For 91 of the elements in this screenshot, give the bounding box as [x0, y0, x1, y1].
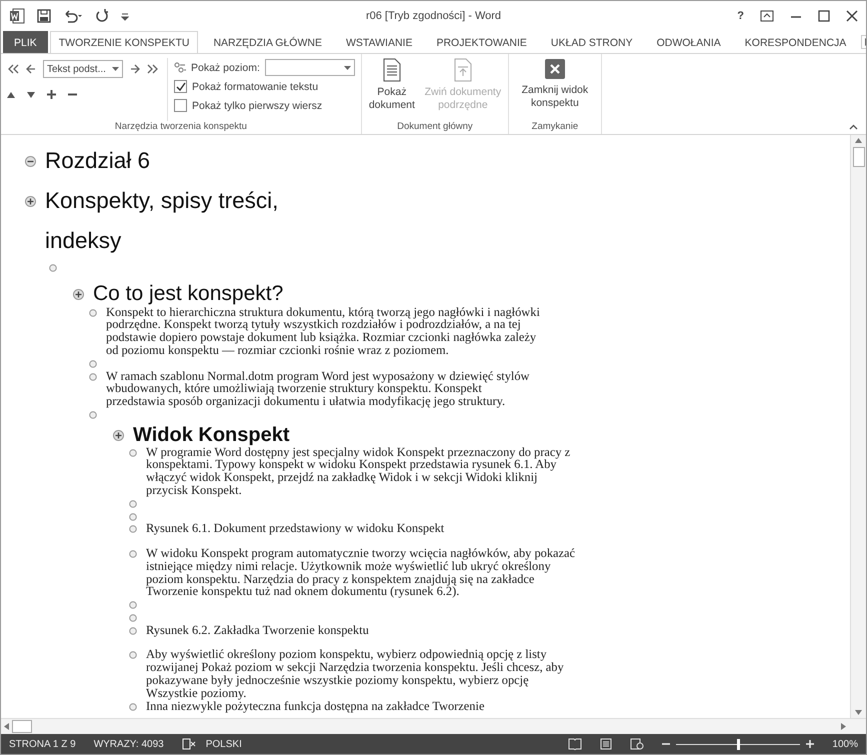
scroll-up-icon[interactable] — [855, 138, 862, 143]
checkbox[interactable] — [174, 99, 187, 112]
horizontal-scrollbar[interactable] — [1, 718, 866, 734]
redo-icon[interactable] — [95, 9, 109, 23]
heading-1: Konspekty, spisy treści, indeksy — [45, 187, 280, 255]
body-text-bullet-icon[interactable] — [89, 308, 97, 317]
ribbon-tab[interactable]: WSTAWIANIE — [336, 31, 422, 53]
ribbon-tab[interactable]: UKŁAD STRONY — [542, 31, 642, 53]
proofing-icon[interactable] — [182, 738, 196, 750]
scroll-left-icon[interactable] — [4, 723, 9, 730]
outline-level-dropdown[interactable]: Tekst podst... — [43, 60, 123, 78]
read-mode-icon[interactable] — [568, 738, 582, 750]
body-text-bullet-icon[interactable] — [129, 651, 137, 660]
caret-icon[interactable] — [112, 67, 119, 71]
show-level-label: Pokaż poziom: — [191, 62, 260, 74]
body-text-bullet-icon[interactable] — [89, 372, 97, 381]
expand-heading-icon[interactable] — [113, 430, 124, 441]
scroll-down-icon[interactable] — [855, 710, 862, 715]
expand-icon[interactable] — [47, 90, 56, 99]
body-text-bullet-icon[interactable] — [129, 500, 137, 508]
expand-heading-icon[interactable] — [73, 288, 84, 300]
scroll-thumb[interactable] — [852, 147, 864, 167]
page-count: STRONA 1 Z 9 — [9, 738, 76, 750]
body-paragraph: W widoku Konspekt program automatycznie tworzy wcięcia nagłówków, aby pokazać istniejące między nimi relacje. Użytkownik może wyświetlić lub ukryć określony poziom konspektu. Narzędzia do pracy z konspektem znajdują się na zakładce Tworzenie konspektu tuż nad oknem dokumentu (rysunek 6.2). — [146, 547, 576, 598]
body-text-bullet-icon[interactable] — [129, 550, 137, 558]
checkbox-label: Pokaż formatowanie tekstu — [192, 80, 318, 92]
vertical-scrollbar[interactable] — [850, 135, 866, 718]
ribbon-tab[interactable]: NARZĘDZIA GŁÓWNE — [204, 31, 331, 53]
figure-caption: Rysunek 6.1. Dokument przedstawiony w widoku Konspekt — [146, 522, 446, 535]
levels-icon — [174, 62, 186, 74]
move-up-icon[interactable] — [7, 92, 15, 98]
customize-icon[interactable] — [121, 11, 129, 21]
promote-icon[interactable] — [26, 64, 36, 74]
body-paragraph: Aby wyświetlić określony poziom konspektu, wybierz odpowiednią opcję z listy rozwijanej Pokaż poziom w sekcji Narzędzia tworzenia konspektu. Jeśli chcesz, aby pokazywane były jednocześnie wszystkie poziomy konspektu, wybierz opcję Wszystkie poziomy. — [146, 648, 565, 700]
scroll-thumb[interactable] — [12, 720, 32, 733]
body-text-bullet-icon[interactable] — [129, 626, 137, 635]
heading-without-subtext-icon[interactable] — [25, 156, 36, 167]
body-text-bullet-icon[interactable] — [129, 525, 137, 534]
promote-to-heading-icon[interactable] — [7, 64, 19, 74]
close-outline-view-button[interactable]: Zamknij widok konspektu — [514, 58, 595, 121]
checkbox-label: Pokaż tylko pierwszy wiersz — [192, 100, 322, 112]
collapse-ribbon-icon[interactable] — [849, 124, 858, 130]
move-down-icon[interactable] — [27, 92, 35, 98]
zoom-level[interactable]: 100% — [832, 738, 858, 750]
document-arrow-icon — [454, 58, 472, 82]
document-icon — [382, 58, 401, 82]
body-text-bullet-icon[interactable] — [89, 410, 97, 419]
zoom-in-icon[interactable] — [806, 740, 814, 748]
ribbon-tab[interactable]: KORESPONDENCJA — [736, 31, 856, 53]
scroll-right-icon[interactable] — [841, 723, 846, 730]
heading-1: Rozdział 6 — [45, 147, 152, 175]
window-title: r06 [Tryb zgodności] - Word — [364, 10, 502, 22]
save-icon[interactable] — [37, 9, 51, 23]
body-text-bullet-icon[interactable] — [129, 702, 137, 711]
word-app-icon[interactable] — [9, 8, 25, 24]
web-layout-icon[interactable] — [630, 738, 644, 750]
group-label: Narzędzia tworzenia konspektu — [114, 121, 248, 134]
heading-3: Widok Konspekt — [133, 424, 290, 446]
body-paragraph: Inna niezwykle pożyteczna funkcja dostępna na zakładce Tworzenie — [146, 700, 486, 712]
body-paragraph: W programie Word dostępny jest specjalny widok Konspekt przeznaczony do pracy z konspektami. Typowy konspekt w widoku Konspekt przedstawia rysunek 6.1. Aby włączyć widok Konspekt, przejdź na zakładkę Widok i w sekcji Widoki kliknij przycisk Konspekt. — [146, 446, 572, 497]
demote-icon[interactable] — [130, 64, 140, 74]
file-tab[interactable]: PLIK — [3, 31, 48, 53]
body-text-bullet-icon[interactable] — [49, 264, 57, 272]
group-label: Dokument główny — [396, 121, 474, 134]
demote-to-body-icon[interactable] — [147, 64, 159, 74]
body-text-bullet-icon[interactable] — [129, 512, 137, 521]
ribbon-tab[interactable]: ODWOŁANIA — [648, 31, 730, 53]
body-paragraph: Konspekt to hierarchiczna struktura dokumentu, którą tworzą jego nagłówki i nagłówki podrzędne. Konspekt tworzą tytuły wszystkich rozdziałów i podrozdziałów, a na tej podstawie dopiero powstaje dokument lub książka. Rozmiar czcionki nagłówka zależy od poziomu konspektu — rozmiar czcionki rośnie wraz z poziomem. — [106, 306, 541, 357]
ribbon-display-icon[interactable] — [760, 10, 774, 22]
ribbon-tab[interactable]: TWORZENIE KONSPEKTU — [50, 31, 198, 53]
checkbox[interactable] — [174, 80, 187, 93]
word-count: WYRAZY: 4093 — [94, 738, 164, 750]
heading-2: Co to jest konspekt? — [93, 282, 284, 306]
caret-icon[interactable] — [344, 66, 351, 70]
figure-caption: Rysunek 6.2. Zakładka Tworzenie konspektu — [146, 624, 370, 636]
undo-icon[interactable] — [63, 9, 83, 23]
close-icon[interactable] — [846, 10, 858, 22]
body-text-bullet-icon[interactable] — [129, 614, 137, 622]
language-indicator[interactable]: POLSKI — [206, 738, 242, 750]
body-text-bullet-icon[interactable] — [89, 360, 97, 368]
body-text-bullet-icon[interactable] — [129, 448, 137, 457]
help-button[interactable]: ? — [737, 10, 744, 22]
print-layout-icon[interactable] — [600, 738, 612, 750]
body-text-bullet-icon[interactable] — [129, 601, 137, 610]
close-icon — [544, 58, 566, 80]
show-document-button[interactable]: Pokaż dokument — [368, 58, 416, 121]
ribbon-tab[interactable]: PROJEKTOWANIE — [427, 31, 536, 53]
body-paragraph: W ramach szablonu Normal.dotm program Word jest wyposażony w dziewięć stylów wbudowanych, które umożliwiają tworzenie struktury konspektu. Konspekt przedstawia sposób organizacji dokumentu i ułatwia modyfikację jego struktury. — [106, 370, 531, 408]
maximize-icon[interactable] — [818, 10, 830, 22]
group-label: Zamykanie — [530, 121, 580, 134]
expand-heading-icon[interactable] — [25, 196, 36, 207]
